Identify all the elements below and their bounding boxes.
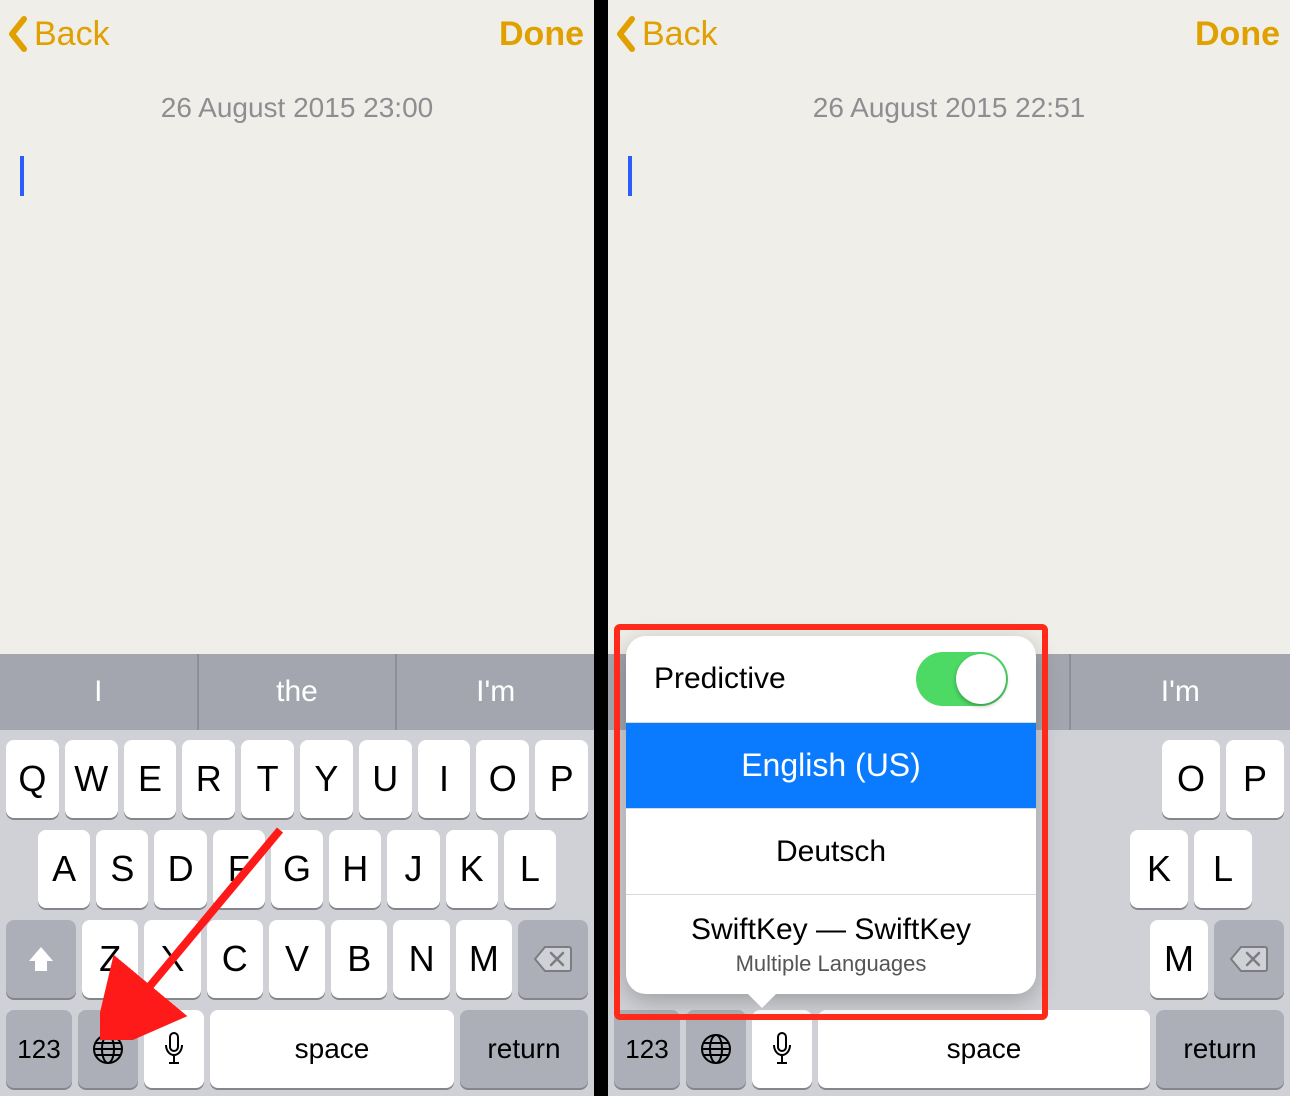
key-o[interactable]: O xyxy=(1162,740,1220,818)
space-key[interactable]: space xyxy=(818,1010,1150,1088)
predictive-label: Predictive xyxy=(654,662,786,696)
swiftkey-subtitle: Multiple Languages xyxy=(736,951,927,977)
key-l[interactable]: L xyxy=(504,830,556,908)
notes-screen-left: Back Done 26 August 2015 23:00 I the I'm… xyxy=(0,0,594,1096)
key-r[interactable]: R xyxy=(182,740,235,818)
key-c[interactable]: C xyxy=(207,920,263,998)
dictation-key[interactable] xyxy=(752,1010,812,1088)
note-timestamp: 26 August 2015 22:51 xyxy=(608,92,1290,124)
backspace-icon xyxy=(1229,945,1269,973)
key-m[interactable]: M xyxy=(1150,920,1208,998)
dictation-key[interactable] xyxy=(144,1010,204,1088)
chevron-left-icon xyxy=(614,15,638,53)
nav-bar: Back Done xyxy=(0,0,594,68)
return-key[interactable]: return xyxy=(1156,1010,1284,1088)
popup-tail xyxy=(746,992,778,1008)
globe-icon xyxy=(698,1031,734,1067)
swiftkey-title: SwiftKey — SwiftKey xyxy=(691,913,971,947)
key-k[interactable]: K xyxy=(446,830,498,908)
return-key[interactable]: return xyxy=(460,1010,588,1088)
prediction-3[interactable]: I'm xyxy=(1071,654,1290,730)
back-label: Back xyxy=(34,15,110,54)
numbers-key[interactable]: 123 xyxy=(614,1010,680,1088)
key-x[interactable]: X xyxy=(144,920,200,998)
key-d[interactable]: D xyxy=(154,830,206,908)
shift-key[interactable] xyxy=(6,920,76,998)
key-row-2: A S D F G H J K L xyxy=(6,830,588,908)
key-i[interactable]: I xyxy=(418,740,471,818)
key-y[interactable]: Y xyxy=(300,740,353,818)
keyboard-switcher-popup: Predictive English (US) Deutsch SwiftKey… xyxy=(626,636,1036,994)
key-u[interactable]: U xyxy=(359,740,412,818)
space-key[interactable]: space xyxy=(210,1010,454,1088)
key-k[interactable]: K xyxy=(1130,830,1188,908)
backspace-key[interactable] xyxy=(1214,920,1284,998)
key-b[interactable]: B xyxy=(331,920,387,998)
key-z[interactable]: Z xyxy=(82,920,138,998)
key-f[interactable]: F xyxy=(213,830,265,908)
shift-icon xyxy=(25,943,57,975)
globe-key[interactable] xyxy=(686,1010,746,1088)
language-deutsch[interactable]: Deutsch xyxy=(626,808,1036,894)
key-m[interactable]: M xyxy=(456,920,512,998)
text-cursor xyxy=(20,156,24,196)
key-o[interactable]: O xyxy=(476,740,529,818)
prediction-bar: I the I'm xyxy=(0,654,594,730)
prediction-3[interactable]: I'm xyxy=(397,654,594,730)
microphone-icon xyxy=(162,1031,186,1067)
note-timestamp: 26 August 2015 23:00 xyxy=(0,92,594,124)
predictive-toggle-row[interactable]: Predictive xyxy=(626,636,1036,722)
language-english[interactable]: English (US) xyxy=(626,722,1036,808)
key-p[interactable]: P xyxy=(535,740,588,818)
key-h[interactable]: H xyxy=(329,830,381,908)
key-e[interactable]: E xyxy=(124,740,177,818)
chevron-left-icon xyxy=(6,15,30,53)
globe-icon xyxy=(90,1031,126,1067)
key-j[interactable]: J xyxy=(387,830,439,908)
prediction-1[interactable]: I xyxy=(0,654,197,730)
key-row-4: 123 space xyxy=(614,1010,1284,1088)
key-a[interactable]: A xyxy=(38,830,90,908)
nav-bar: Back Done xyxy=(608,0,1290,68)
microphone-icon xyxy=(770,1031,794,1067)
key-s[interactable]: S xyxy=(96,830,148,908)
key-n[interactable]: N xyxy=(393,920,449,998)
done-button[interactable]: Done xyxy=(499,15,584,54)
globe-key[interactable] xyxy=(78,1010,138,1088)
text-cursor xyxy=(628,156,632,196)
key-v[interactable]: V xyxy=(269,920,325,998)
key-w[interactable]: W xyxy=(65,740,118,818)
notes-screen-right: Back Done 26 August 2015 22:51 I'm O P xyxy=(608,0,1290,1096)
predictive-switch[interactable] xyxy=(916,652,1008,706)
backspace-key[interactable] xyxy=(518,920,588,998)
key-row-4: 123 space xyxy=(6,1010,588,1088)
backspace-icon xyxy=(533,945,573,973)
key-t[interactable]: T xyxy=(241,740,294,818)
prediction-2[interactable]: the xyxy=(199,654,396,730)
back-button[interactable]: Back xyxy=(6,15,110,54)
key-row-3: Z X C V B N M xyxy=(6,920,588,998)
keyboard-swiftkey[interactable]: SwiftKey — SwiftKey Multiple Languages xyxy=(626,894,1036,994)
key-row-1: Q W E R T Y U I O P xyxy=(6,740,588,818)
split-divider xyxy=(594,0,608,1096)
key-g[interactable]: G xyxy=(271,830,323,908)
numbers-key[interactable]: 123 xyxy=(6,1010,72,1088)
key-p[interactable]: P xyxy=(1226,740,1284,818)
key-q[interactable]: Q xyxy=(6,740,59,818)
back-button[interactable]: Back xyxy=(614,15,718,54)
done-button[interactable]: Done xyxy=(1195,15,1280,54)
back-label: Back xyxy=(642,15,718,54)
key-l[interactable]: L xyxy=(1194,830,1252,908)
keyboard: I the I'm Q W E R T Y U I O P xyxy=(0,654,594,1096)
